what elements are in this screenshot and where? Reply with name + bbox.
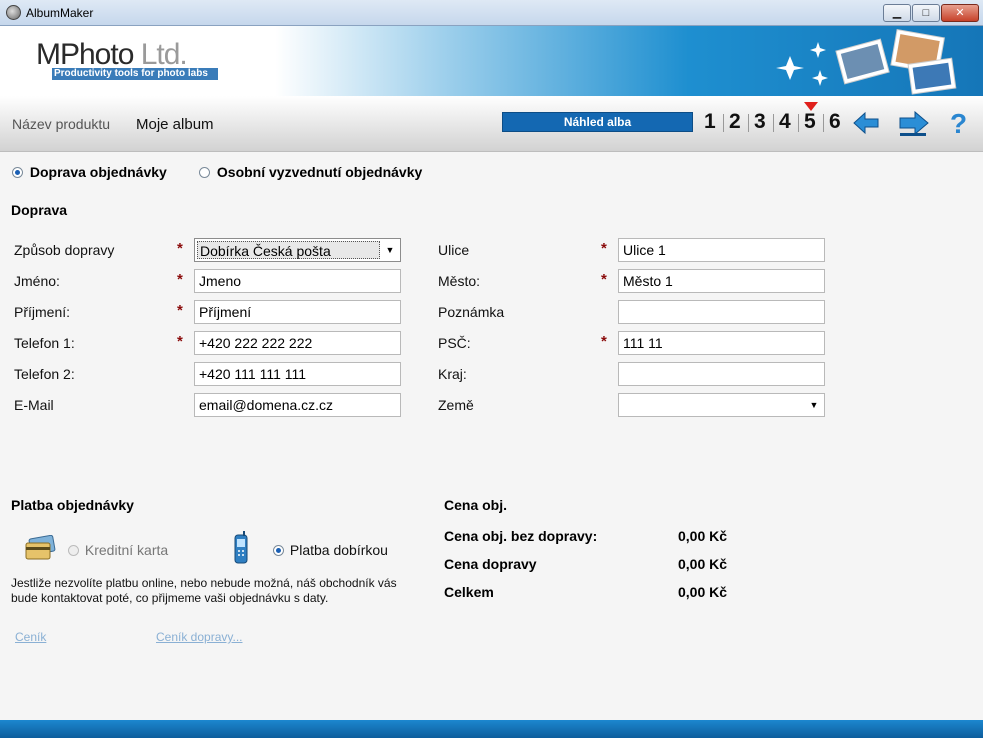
price-label: Cena dopravy (444, 556, 537, 572)
minimize-button[interactable]: ▁ (883, 4, 911, 22)
price-value: 0,00 Kč (678, 584, 728, 600)
payment-note-line: bude kontaktovat poté, co přijmeme vaši … (11, 591, 329, 605)
maximize-button[interactable]: □ (912, 4, 940, 22)
product-name-value: Moje album (136, 116, 214, 133)
price-list-link[interactable]: Ceník (15, 630, 46, 644)
help-icon[interactable]: ? (950, 108, 967, 140)
radio-icon[interactable] (12, 166, 23, 178)
payment-heading: Platba objednávky (11, 497, 134, 513)
logo-ltd: Ltd. (133, 38, 188, 71)
footer-bar (0, 720, 983, 738)
header-banner: MPhoto Ltd. Productivity tools for photo… (0, 26, 983, 96)
required-marker: * (601, 333, 607, 350)
region-field[interactable] (618, 362, 825, 386)
price-heading: Cena obj. (444, 497, 508, 513)
price-value: 0,00 Kč (678, 528, 728, 544)
radio-icon[interactable] (68, 544, 79, 556)
country-label: Země (438, 397, 474, 413)
required-marker: * (177, 271, 183, 288)
price-label: Celkem (444, 584, 494, 600)
forward-arrow-icon[interactable] (898, 111, 930, 137)
step-separator (823, 114, 824, 132)
payment-option-cod[interactable]: Platba dobírkou (273, 541, 388, 558)
order-form: Doprava objednávky Osobní vyzvednutí obj… (0, 153, 983, 720)
note-field[interactable] (618, 300, 825, 324)
shipping-method-label: Způsob dopravy (14, 242, 115, 258)
first-name-label: Jméno: (14, 273, 60, 289)
shipping-method-select[interactable]: Dobírka Česká pošta ▼ (194, 238, 401, 262)
required-marker: * (601, 271, 607, 288)
logo-tagline: Productivity tools for photo labs (52, 68, 218, 80)
shipping-heading: Doprava (11, 202, 68, 218)
payment-option-card[interactable]: Kreditní karta (68, 541, 168, 558)
company-logo: MPhoto Ltd. (36, 38, 188, 72)
price-value: 0,00 Kč (678, 556, 728, 572)
zip-field[interactable]: 111 11 (618, 331, 825, 355)
street-field[interactable]: Ulice 1 (618, 238, 825, 262)
first-name-field[interactable]: Jmeno (194, 269, 401, 293)
zip-label: PSČ: (438, 335, 471, 351)
region-label: Kraj: (438, 366, 467, 382)
step-3[interactable]: 3 (754, 110, 766, 134)
window-titlebar: AlbumMaker ▁ □ ✕ (0, 0, 983, 26)
payment-option-label: Platba dobírkou (289, 542, 388, 559)
back-arrow-icon[interactable] (852, 111, 880, 135)
step-4[interactable]: 4 (779, 110, 791, 134)
step-separator (723, 114, 724, 132)
logo-name: MPhoto (36, 38, 134, 71)
phone2-label: Telefon 2: (14, 366, 75, 382)
last-name-label: Příjmení: (14, 304, 71, 320)
step-separator (773, 114, 774, 132)
required-marker: * (177, 333, 183, 350)
payment-note: Jestliže nezvolíte platbu online, nebo n… (11, 576, 397, 606)
payment-option-label: Kreditní karta (84, 542, 169, 559)
shipping-method-value: Dobírka Česká pošta (197, 241, 380, 259)
product-toolbar: Název produktu Moje album Náhled alba 1 … (0, 96, 983, 152)
chevron-down-icon[interactable]: ▼ (807, 394, 821, 416)
credit-card-icon (25, 535, 56, 560)
phone1-label: Telefon 1: (14, 335, 75, 351)
step-6[interactable]: 6 (829, 110, 841, 134)
mobile-phone-icon (234, 531, 248, 564)
radio-icon[interactable] (273, 544, 284, 556)
app-icon (6, 5, 21, 20)
chevron-down-icon[interactable]: ▼ (383, 239, 397, 261)
city-label: Město: (438, 273, 481, 289)
close-button[interactable]: ✕ (941, 4, 979, 22)
payment-note-line: Jestliže nezvolíte platbu online, nebo n… (11, 576, 397, 590)
delivery-option-pickup[interactable]: Osobní vyzvednutí objednávky (199, 163, 422, 180)
email-label: E-Mail (14, 397, 54, 413)
required-marker: * (177, 240, 183, 257)
note-label: Poznámka (438, 304, 505, 320)
step-separator (748, 114, 749, 132)
step-1[interactable]: 1 (704, 110, 716, 134)
price-label: Cena obj. bez dopravy: (444, 528, 598, 544)
city-field[interactable]: Město 1 (618, 269, 825, 293)
email-field[interactable]: email@domena.cz.cz (194, 393, 401, 417)
required-marker: * (601, 240, 607, 257)
delivery-option-shipping[interactable]: Doprava objednávky (12, 163, 167, 180)
product-name-label: Název produktu (12, 116, 111, 132)
shipping-price-list-link[interactable]: Ceník dopravy... (156, 630, 242, 644)
required-marker: * (177, 302, 183, 319)
step-2[interactable]: 2 (729, 110, 741, 134)
window-title: AlbumMaker (26, 6, 94, 20)
phone2-field[interactable]: +420 111 111 111 (194, 362, 401, 386)
photos-decoration (776, 28, 957, 95)
street-label: Ulice (438, 242, 470, 258)
last-name-field[interactable]: Příjmení (194, 300, 401, 324)
radio-icon[interactable] (199, 166, 210, 178)
phone1-field[interactable]: +420 222 222 222 (194, 331, 401, 355)
album-preview-button[interactable]: Náhled alba (502, 112, 693, 132)
delivery-option-label: Osobní vyzvednutí objednávky (216, 164, 423, 181)
step-5[interactable]: 5 (804, 110, 816, 134)
delivery-option-label: Doprava objednávky (29, 164, 167, 181)
country-select[interactable]: ▼ (618, 393, 825, 417)
step-separator (798, 114, 799, 132)
